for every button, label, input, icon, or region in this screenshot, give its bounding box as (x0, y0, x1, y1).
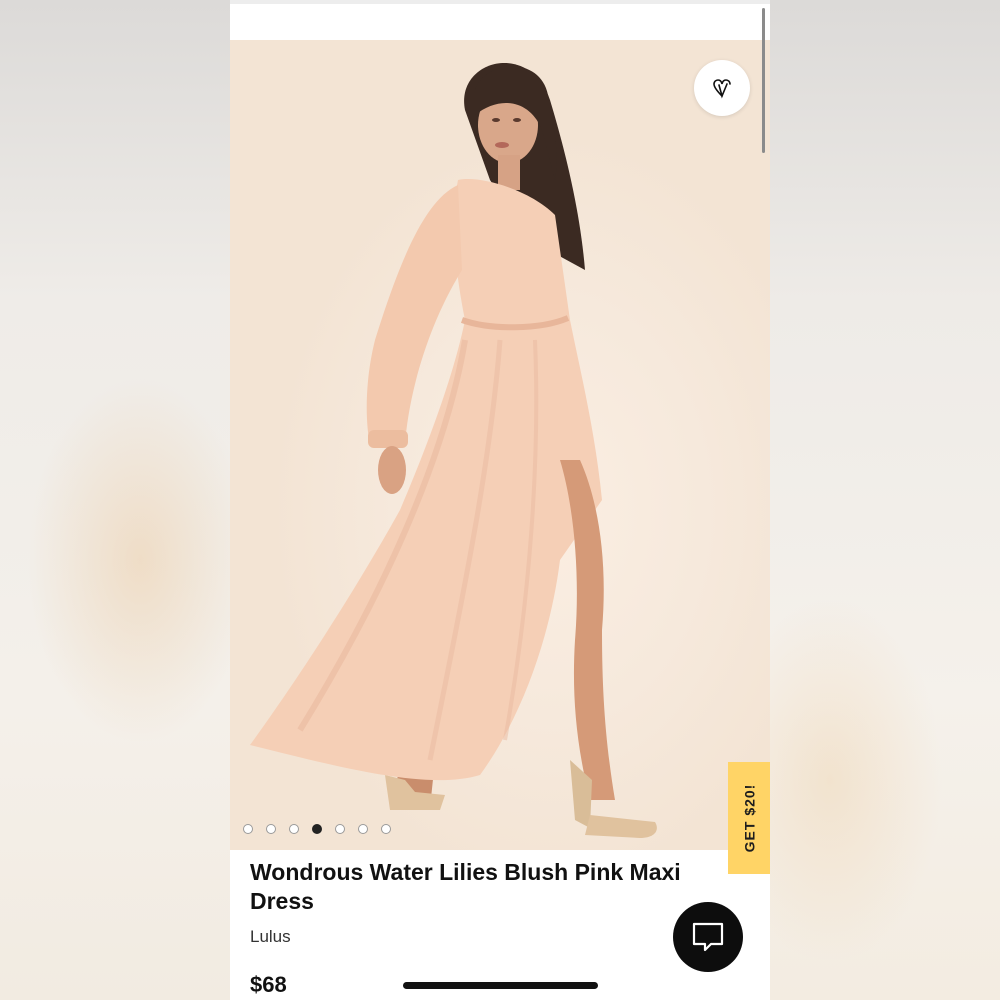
chat-bubble-icon (692, 922, 724, 952)
carousel-dot-active[interactable] (312, 824, 322, 834)
top-bar (230, 0, 770, 40)
carousel-dot[interactable] (289, 824, 299, 834)
carousel-dot[interactable] (243, 824, 253, 834)
promo-label: GET $20! (741, 783, 758, 853)
carousel-dot[interactable] (358, 824, 368, 834)
chat-button[interactable] (673, 902, 743, 972)
image-carousel-dots (243, 824, 391, 834)
wishlist-button[interactable] (694, 60, 750, 116)
scrollbar[interactable] (762, 8, 765, 153)
home-indicator[interactable] (403, 982, 598, 989)
promo-tab[interactable]: GET $20! (728, 762, 770, 874)
product-price: $68 (250, 972, 287, 997)
product-image[interactable] (230, 40, 770, 850)
model-photo (250, 62, 657, 838)
carousel-dot[interactable] (381, 824, 391, 834)
phone-screen: GET $20! Wondrous Water Lilies Blush Pin… (230, 0, 770, 1000)
heart-icon (713, 79, 731, 99)
carousel-dot[interactable] (335, 824, 345, 834)
brand-name[interactable]: Lulus (250, 927, 291, 947)
product-title: Wondrous Water Lilies Blush Pink Maxi Dr… (250, 859, 681, 914)
carousel-dot[interactable] (266, 824, 276, 834)
